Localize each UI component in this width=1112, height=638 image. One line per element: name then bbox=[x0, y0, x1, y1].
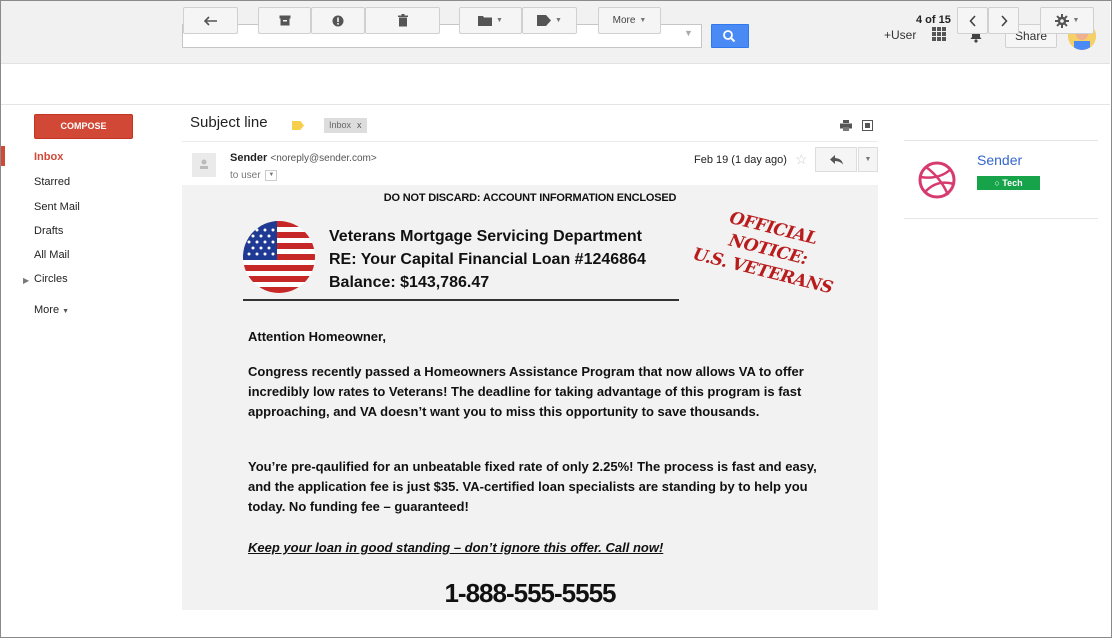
gear-icon bbox=[1054, 13, 1069, 28]
trash-icon bbox=[397, 14, 408, 27]
archive-button[interactable] bbox=[258, 7, 311, 34]
official-notice-stamp: Official Notice: U.S. Veterans bbox=[684, 199, 851, 301]
side-divider bbox=[904, 140, 1098, 141]
star-icon[interactable]: ☆ bbox=[795, 151, 808, 168]
chevron-down-icon: ▼ bbox=[555, 17, 562, 24]
labels-button[interactable]: ▼ bbox=[522, 7, 577, 34]
nav-more-label: More bbox=[34, 304, 60, 316]
paragraph-1: Congress recently passed a Homeowners As… bbox=[248, 364, 804, 419]
sender-name[interactable]: Sender bbox=[230, 152, 267, 164]
side-divider bbox=[904, 218, 1098, 219]
details-toggle-icon[interactable]: ▼ bbox=[265, 170, 278, 181]
sender-avatar bbox=[192, 153, 216, 177]
balance: Balance: $143,786.47 bbox=[329, 274, 490, 291]
email-date: Feb 19 (1 day ago) bbox=[694, 154, 787, 166]
inbox-chip-label: Inbox bbox=[329, 120, 352, 130]
nav-item-starred[interactable]: Starred bbox=[34, 176, 70, 188]
loan-reference: RE: Your Capital Financial Loan #1246864 bbox=[329, 251, 646, 268]
search-icon bbox=[723, 30, 736, 43]
search-options-icon[interactable]: ▼ bbox=[684, 28, 693, 38]
back-button[interactable] bbox=[183, 7, 238, 34]
tech-tag-label: Tech bbox=[1002, 178, 1023, 188]
recipient-line: to user ▼ bbox=[230, 170, 278, 182]
email-body: DO NOT DISCARD: ACCOUNT INFORMATION ENCL… bbox=[182, 185, 878, 610]
report-spam-button[interactable] bbox=[311, 7, 365, 34]
reply-button[interactable] bbox=[815, 147, 857, 172]
us-flag-logo bbox=[243, 221, 315, 293]
label-icon bbox=[537, 15, 552, 26]
older-button[interactable] bbox=[988, 7, 1019, 34]
nav-item-sent-mail[interactable]: Sent Mail bbox=[34, 201, 80, 213]
move-to-button[interactable]: ▼ bbox=[459, 7, 522, 34]
greeting: Attention Homeowner, bbox=[248, 329, 386, 344]
reply-icon bbox=[829, 154, 843, 164]
more-actions-button[interactable]: More ▼ bbox=[598, 7, 661, 34]
newer-button[interactable] bbox=[957, 7, 988, 34]
to-line: to user bbox=[230, 170, 261, 182]
spam-icon bbox=[332, 15, 344, 26]
print-icon[interactable] bbox=[840, 120, 852, 131]
remove-label-button[interactable]: x bbox=[357, 120, 362, 130]
search-button[interactable] bbox=[711, 24, 749, 48]
email-subject: Subject line bbox=[190, 114, 268, 131]
heading-rule bbox=[243, 299, 679, 301]
side-sender-name[interactable]: Sender bbox=[977, 152, 1022, 168]
chevron-left-icon bbox=[968, 14, 976, 27]
chevron-down-icon: ▼ bbox=[62, 308, 70, 315]
page-total: 15 bbox=[938, 14, 951, 26]
chevron-down-icon: ▼ bbox=[496, 17, 503, 24]
phone-number: 1-888-555-5555 bbox=[444, 578, 616, 608]
paragraph-2: You’re pre-qaulified for an unbeatable f… bbox=[248, 459, 817, 514]
nav-item-drafts[interactable]: Drafts bbox=[34, 225, 63, 237]
new-window-icon[interactable] bbox=[862, 120, 873, 131]
expand-arrow-icon[interactable]: ▶ bbox=[23, 276, 29, 285]
sender-email: <noreply@sender.com> bbox=[270, 153, 377, 164]
sender-line: Sender <noreply@sender.com> bbox=[230, 152, 377, 164]
compose-button[interactable]: COMPOSE bbox=[34, 114, 133, 139]
page-separator: of bbox=[922, 14, 939, 26]
call-to-action: Keep your loan in good standing – don’t … bbox=[248, 540, 664, 555]
tech-tag[interactable]: ○ Tech bbox=[977, 176, 1040, 190]
nav-item-all-mail[interactable]: All Mail bbox=[34, 249, 69, 261]
chevron-down-icon: ▼ bbox=[639, 17, 647, 24]
dept-name: Veterans Mortgage Servicing Department bbox=[329, 228, 642, 245]
nav-item-circles[interactable]: Circles bbox=[34, 273, 68, 285]
delete-button[interactable] bbox=[365, 7, 440, 34]
page-counter: 4 of 15 bbox=[916, 14, 951, 26]
apps-grid-icon[interactable] bbox=[932, 27, 946, 41]
person-icon bbox=[200, 159, 208, 169]
user-link[interactable]: +User bbox=[884, 28, 916, 42]
inbox-chip: Inbox x bbox=[324, 118, 367, 133]
divider bbox=[182, 141, 878, 142]
more-actions-label: More bbox=[612, 15, 636, 26]
back-arrow-icon bbox=[203, 15, 217, 26]
folder-icon bbox=[478, 16, 493, 26]
dribbble-icon bbox=[918, 161, 956, 199]
chevron-right-icon bbox=[1000, 14, 1008, 27]
nav-more[interactable]: More ▼ bbox=[34, 304, 69, 316]
discard-notice: DO NOT DISCARD: ACCOUNT INFORMATION ENCL… bbox=[383, 192, 677, 204]
chevron-down-icon: ▼ bbox=[1072, 17, 1080, 24]
tag-circle-icon: ○ bbox=[994, 178, 1000, 188]
settings-button[interactable]: ▼ bbox=[1040, 7, 1094, 34]
nav-item-inbox[interactable]: Inbox bbox=[34, 151, 63, 163]
action-toolbar bbox=[1, 64, 1110, 105]
active-indicator bbox=[1, 146, 5, 166]
archive-icon bbox=[279, 15, 290, 26]
letter-heading: Veterans Mortgage Servicing Department R… bbox=[329, 225, 646, 294]
more-options-button[interactable]: ▼ bbox=[858, 147, 878, 172]
